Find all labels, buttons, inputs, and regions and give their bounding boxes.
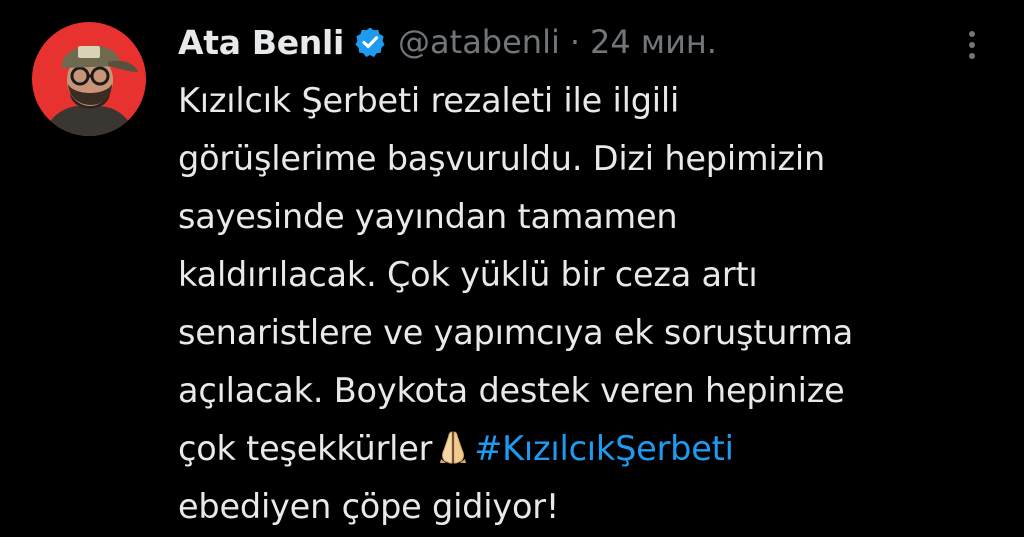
display-name[interactable]: Ata Benli	[178, 23, 344, 62]
timestamp[interactable]: 24 мин.	[590, 23, 717, 61]
tweet-text-line: çok teşekkürler #KızılcıkŞerbeti	[178, 420, 998, 478]
avatar[interactable]	[32, 22, 146, 136]
hashtag-link[interactable]: #KızılcıkŞerbeti	[474, 429, 734, 468]
tweet-text-line: açılacak. Boykota destek veren hepinize	[178, 371, 845, 410]
tweet-text-line: senaristlere ve yapımcıya ek soruşturma	[178, 313, 854, 352]
more-vertical-icon[interactable]	[962, 28, 982, 62]
tweet-card[interactable]: Ata Benli @atabenli · 24 мин. Kızılcık Ş…	[0, 0, 1024, 537]
tweet-text-line: Kızılcık Şerbeti rezaleti ile ilgili	[178, 81, 680, 120]
tweet-text-line: ebediyen çöpe gidiyor!	[178, 487, 560, 526]
avatar-image	[32, 22, 146, 136]
folded-hands-emoji	[438, 430, 468, 464]
user-handle[interactable]: @atabenli	[398, 23, 560, 61]
verified-badge-icon	[354, 26, 386, 58]
tweet-text-line: kaldırılacak. Çok yüklü bir ceza artı	[178, 255, 758, 294]
tweet-header: Ata Benli @atabenli · 24 мин.	[178, 16, 717, 68]
tweet-text-segment: çok teşekkürler	[178, 429, 433, 468]
header-separator: ·	[569, 23, 581, 61]
tweet-text: Kızılcık Şerbeti rezaleti ile ilgili gör…	[178, 72, 998, 536]
tweet-text-line: görüşlerime başvuruldu. Dizi hepimizin	[178, 139, 826, 178]
tweet-text-line: sayesinde yayından tamamen	[178, 197, 678, 236]
